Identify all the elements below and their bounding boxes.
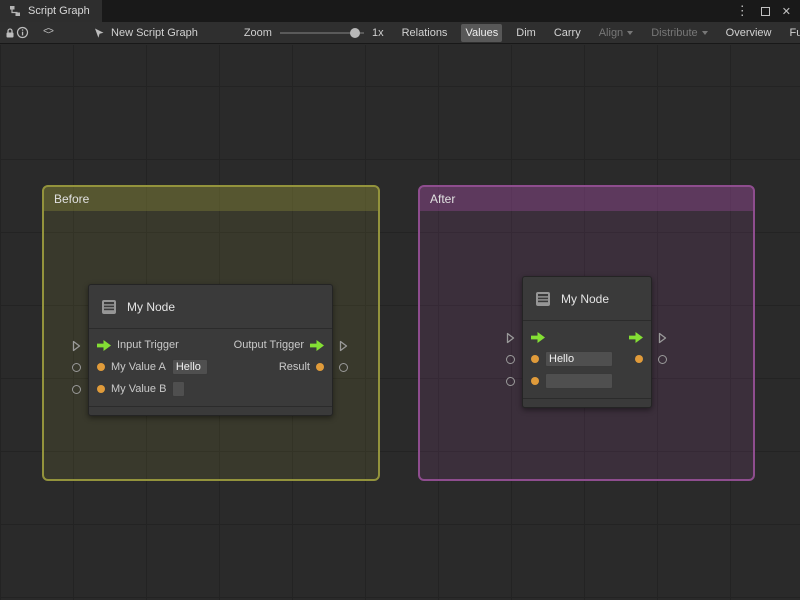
tab-bar: Script Graph ⋮ ✕	[0, 0, 800, 22]
node-row	[523, 326, 651, 348]
node-footer	[523, 398, 651, 407]
group-before-title: Before	[54, 192, 89, 206]
carry-button[interactable]: Carry	[550, 24, 585, 42]
value-input[interactable]	[545, 373, 613, 389]
flow-port-icon[interactable]	[506, 331, 515, 349]
value-dot-icon[interactable]	[97, 385, 105, 393]
graph-breadcrumb[interactable]: New Script Graph	[93, 27, 198, 39]
node-footer	[89, 406, 332, 415]
close-icon[interactable]: ✕	[782, 5, 791, 18]
flow-port-icon[interactable]	[72, 339, 81, 357]
node-row	[523, 370, 651, 392]
node-rows	[523, 321, 651, 398]
node-row	[523, 348, 651, 370]
code-icon[interactable]: <>	[43, 23, 53, 43]
value-port-icon[interactable]	[506, 355, 515, 364]
node-rows: Input Trigger Output Trigger My Value A …	[89, 329, 332, 406]
zoom-slider-handle[interactable]	[350, 28, 360, 38]
value-dot-icon[interactable]	[316, 363, 324, 371]
node-title: My Node	[561, 292, 609, 306]
flow-port-icon[interactable]	[658, 331, 667, 349]
value-dot-icon[interactable]	[531, 355, 539, 363]
flow-arrow-icon[interactable]	[629, 332, 643, 343]
graph-icon	[8, 4, 22, 18]
port-label: Result	[279, 361, 310, 373]
lock-icon[interactable]	[4, 23, 16, 43]
chevron-down-icon	[702, 31, 708, 35]
after-node-header[interactable]: My Node	[523, 277, 651, 321]
value-dot-icon[interactable]	[531, 377, 539, 385]
value-port-icon[interactable]	[72, 363, 81, 372]
group-after-header[interactable]: After	[420, 187, 753, 211]
value-port-icon[interactable]	[339, 363, 348, 372]
value-port-icon[interactable]	[506, 377, 515, 386]
toolbar: <> New Script Graph Zoom 1x Relations Va…	[0, 22, 800, 44]
port-label: My Value A	[111, 361, 166, 373]
flow-arrow-icon[interactable]	[310, 340, 324, 351]
node-title: My Node	[127, 300, 175, 314]
flow-port-icon[interactable]	[339, 339, 348, 357]
info-icon[interactable]	[16, 23, 29, 43]
value-dot-icon[interactable]	[635, 355, 643, 363]
toolbar-buttons: Relations Values Dim Carry Align Distrib…	[398, 24, 800, 42]
tab-title: Script Graph	[28, 5, 90, 17]
value-port-icon[interactable]	[72, 385, 81, 394]
port-label: Input Trigger	[117, 339, 179, 351]
zoom-label: Zoom	[244, 27, 272, 39]
value-dot-icon[interactable]	[97, 363, 105, 371]
node-row: My Value B	[89, 378, 332, 400]
distribute-button[interactable]: Distribute	[647, 24, 711, 42]
zoom-value: 1x	[372, 27, 384, 39]
align-button[interactable]: Align	[595, 24, 637, 42]
value-input[interactable]	[172, 381, 185, 397]
maximize-icon[interactable]	[761, 7, 770, 16]
node-row: Input Trigger Output Trigger	[89, 334, 332, 356]
values-button[interactable]: Values	[461, 24, 502, 42]
value-port-icon[interactable]	[658, 355, 667, 364]
pointer-icon	[93, 27, 105, 39]
overview-button[interactable]: Overview	[722, 24, 776, 42]
node-row: My Value A Result	[89, 356, 332, 378]
node-icon	[100, 298, 118, 316]
node-icon	[534, 290, 552, 308]
flow-arrow-icon[interactable]	[97, 340, 111, 351]
graph-name: New Script Graph	[111, 27, 198, 39]
chevron-down-icon	[627, 31, 633, 35]
window-menu-icon[interactable]: ⋮	[736, 3, 749, 19]
before-node[interactable]: My Node Input Trigger Output Trigger My …	[88, 284, 333, 416]
port-label: My Value B	[111, 383, 166, 395]
before-node-header[interactable]: My Node	[89, 285, 332, 329]
zoom-slider[interactable]	[280, 32, 364, 34]
port-label: Output Trigger	[234, 339, 304, 351]
group-after-title: After	[430, 192, 455, 206]
window-controls: ⋮ ✕	[736, 0, 800, 22]
zoom-control: Zoom 1x	[244, 27, 384, 39]
value-input[interactable]	[172, 359, 208, 375]
group-before-header[interactable]: Before	[44, 187, 378, 211]
fullscreen-button[interactable]: Full Scr	[786, 24, 800, 42]
flow-arrow-icon[interactable]	[531, 332, 545, 343]
graph-canvas[interactable]: Before After My Node	[0, 45, 800, 600]
relations-button[interactable]: Relations	[398, 24, 452, 42]
tab-script-graph[interactable]: Script Graph	[0, 0, 102, 22]
after-node[interactable]: My Node	[522, 276, 652, 408]
dim-button[interactable]: Dim	[512, 24, 540, 42]
value-input[interactable]	[545, 351, 613, 367]
